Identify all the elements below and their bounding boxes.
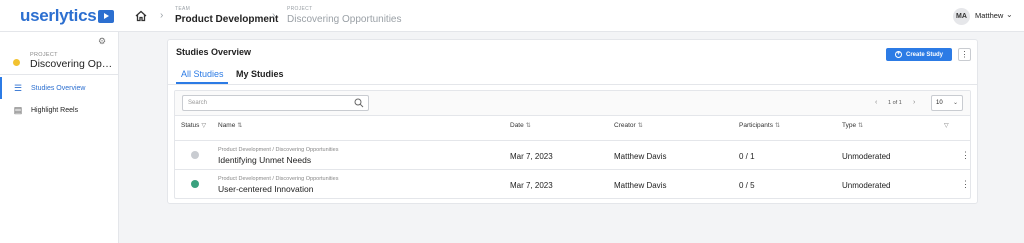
study-name-link[interactable]: Identifying Unmet Needs (218, 155, 311, 165)
search-input[interactable]: Search (182, 95, 369, 111)
study-participants: 0 / 5 (739, 181, 755, 190)
study-participants: 0 / 1 (739, 152, 755, 161)
page-title: Studies Overview (176, 47, 252, 57)
sort-icon[interactable]: ⇅ (858, 123, 863, 129)
filter-icon[interactable]: ▽ (201, 123, 206, 129)
chevron-down-icon[interactable]: ⌄ (1006, 10, 1013, 19)
chevron-right-icon: › (272, 10, 276, 21)
page-indicator: 1 of 1 (888, 100, 902, 106)
study-path: Product Development / Discovering Opport… (218, 147, 339, 153)
previous-page-button[interactable]: ‹ (875, 99, 877, 106)
status-completed-icon (191, 151, 199, 159)
studies-card: Studies Overview + Create Study ⋮ All St… (167, 39, 978, 204)
user-name[interactable]: Matthew (975, 11, 1003, 20)
studies-table: Search ‹ 1 of 1 › 10 ⌄ Status ▽ Name ⇅ Dat… (174, 90, 971, 199)
top-bar: userlytics › TEAM Product Development › … (0, 0, 1024, 32)
project-color-dot (13, 59, 20, 66)
chevron-down-icon: ⌄ (952, 100, 958, 106)
study-type: Unmoderated (842, 152, 891, 161)
logo-text: userlytics (20, 6, 97, 25)
breadcrumb-project[interactable]: PROJECT Discovering Opportunities (287, 6, 402, 26)
sort-icon[interactable]: ⇅ (237, 123, 242, 129)
create-study-button[interactable]: + Create Study (886, 48, 952, 61)
sidebar-item-label: Studies Overview (31, 84, 86, 92)
column-header-type[interactable]: Type ⇅ (842, 122, 863, 129)
chevron-right-icon: › (160, 10, 164, 21)
create-study-label: Create Study (905, 51, 943, 58)
column-header-name[interactable]: Name ⇅ (218, 122, 242, 129)
breadcrumb-project-label: PROJECT (287, 6, 313, 12)
sidebar: ⚙ PROJECT Discovering Opportunities ☰ St… (0, 32, 119, 243)
tab-my-studies[interactable]: My Studies (236, 69, 284, 79)
list-icon: ☰ (13, 82, 23, 93)
more-options-button[interactable]: ⋮ (958, 48, 971, 61)
userlytics-logo[interactable]: userlytics (20, 6, 115, 26)
column-date-label: Date (510, 122, 524, 129)
study-name-link[interactable]: User-centered Innovation (218, 184, 313, 194)
column-filter-icon[interactable]: ▽ (942, 122, 949, 129)
rows-per-page-select[interactable]: 10 ⌄ (931, 95, 963, 111)
avatar[interactable]: MA (953, 8, 970, 25)
row-more-icon[interactable]: ⋮ (961, 150, 970, 161)
next-page-button[interactable]: › (913, 99, 915, 106)
table-row[interactable]: Product Development / Discovering Opport… (175, 141, 970, 170)
home-icon[interactable] (134, 9, 148, 23)
column-type-label: Type (842, 122, 857, 129)
study-creator: Matthew Davis (614, 181, 667, 190)
sidebar-divider (0, 74, 118, 75)
breadcrumb-team-value: Product Development (175, 14, 279, 25)
row-more-icon[interactable]: ⋮ (961, 179, 970, 190)
project-name: Discovering Opportunities (30, 58, 116, 70)
film-icon: ▤ (13, 104, 23, 115)
plus-circle-icon: + (894, 51, 902, 58)
sort-icon[interactable]: ⇅ (775, 123, 780, 129)
sort-icon[interactable]: ⇅ (638, 123, 643, 129)
table-toolbar: Search ‹ 1 of 1 › 10 ⌄ (175, 91, 970, 116)
breadcrumb-team[interactable]: TEAM Product Development (175, 6, 278, 26)
tab-divider (168, 84, 977, 85)
study-creator: Matthew Davis (614, 152, 667, 161)
sidebar-item-label: Highlight Reels (31, 106, 79, 114)
column-header-creator[interactable]: Creator ⇅ (614, 122, 643, 129)
rows-per-page-value: 10 (936, 100, 943, 106)
play-icon (98, 9, 115, 23)
study-path: Product Development / Discovering Opport… (218, 176, 339, 182)
sort-icon[interactable]: ⇅ (526, 123, 531, 129)
study-date: Mar 7, 2023 (510, 152, 553, 161)
column-header-participants[interactable]: Participants ⇅ (739, 122, 780, 129)
column-header-date[interactable]: Date ⇅ (510, 122, 531, 129)
search-placeholder: Search (188, 100, 208, 106)
status-active-icon (191, 180, 199, 188)
filter-icon[interactable]: ▽ (944, 123, 949, 129)
column-status-label: Status (181, 122, 200, 129)
table-row[interactable]: Product Development / Discovering Opport… (175, 170, 970, 198)
sidebar-item-studies-overview[interactable]: ☰ Studies Overview (0, 77, 118, 99)
study-type: Unmoderated (842, 181, 891, 190)
sidebar-item-highlight-reels[interactable]: ▤ Highlight Reels (0, 99, 118, 121)
gear-icon[interactable]: ⚙ (98, 36, 106, 47)
breadcrumb-project-value: Discovering Opportunities (287, 14, 402, 25)
column-participants-label: Participants (739, 122, 773, 129)
tab-all-studies[interactable]: All Studies (181, 69, 224, 79)
column-creator-label: Creator (614, 122, 636, 129)
column-name-label: Name (218, 122, 236, 129)
study-date: Mar 7, 2023 (510, 181, 553, 190)
column-header-status[interactable]: Status ▽ (181, 122, 206, 129)
search-icon[interactable] (354, 98, 364, 108)
breadcrumb-team-label: TEAM (175, 6, 191, 12)
